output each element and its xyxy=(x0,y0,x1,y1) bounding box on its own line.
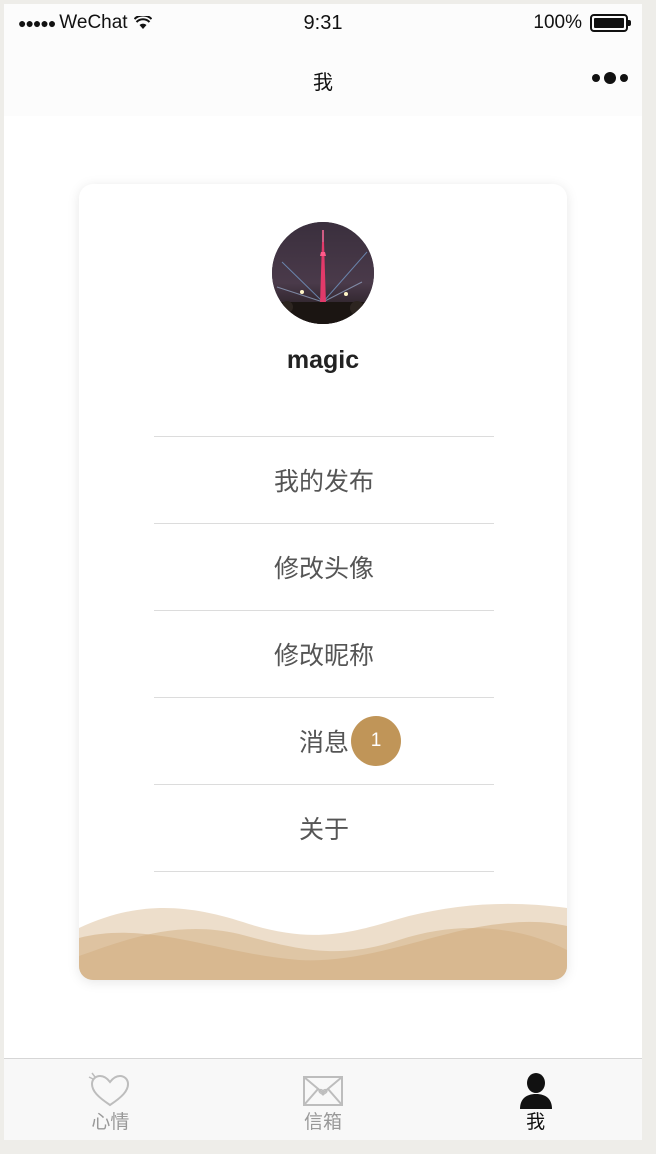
tab-bar: 心情 信箱 我 xyxy=(4,1058,642,1140)
menu-item-messages[interactable]: 消息 1 xyxy=(154,698,494,785)
menu-item-label: 关于 xyxy=(298,815,349,844)
nav-bar: 我 xyxy=(4,44,642,116)
mail-icon xyxy=(303,1076,343,1106)
username: magic xyxy=(286,346,360,374)
phone-screen: ●●●●● WeChat 9:31 100% 我 magic 我的发布 修改头像… xyxy=(4,4,642,1140)
avatar[interactable] xyxy=(272,222,374,324)
person-icon xyxy=(519,1073,552,1109)
tab-mood[interactable]: 心情 xyxy=(4,1059,217,1140)
status-right: 100% xyxy=(533,12,631,34)
menu-item-my-posts[interactable]: 我的发布 xyxy=(154,437,494,524)
avatar-photo xyxy=(272,222,374,324)
profile-menu: 我的发布 修改头像 修改昵称 消息 1 关于 xyxy=(154,436,494,872)
more-menu-button[interactable] xyxy=(592,72,628,84)
unread-count-badge: 1 xyxy=(351,716,401,766)
menu-item-about[interactable]: 关于 xyxy=(154,785,494,872)
menu-item-label: 修改昵称 xyxy=(273,641,374,670)
menu-item-label: 我的发布 xyxy=(273,467,374,496)
tab-label: 我 xyxy=(526,1111,546,1133)
status-bar: ●●●●● WeChat 9:31 100% xyxy=(4,4,642,44)
menu-item-label: 修改头像 xyxy=(273,554,374,583)
page-title: 我 xyxy=(313,70,333,94)
battery-percent: 100% xyxy=(533,12,582,33)
wave-decoration xyxy=(79,903,567,980)
menu-item-label: 消息 xyxy=(298,728,349,757)
menu-item-change-avatar[interactable]: 修改头像 xyxy=(154,524,494,611)
menu-item-change-nickname[interactable]: 修改昵称 xyxy=(154,611,494,698)
tab-mailbox[interactable]: 信箱 xyxy=(217,1059,430,1140)
tab-label: 心情 xyxy=(91,1111,130,1133)
tab-me[interactable]: 我 xyxy=(429,1059,642,1140)
profile-card: magic 我的发布 修改头像 修改昵称 消息 1 关于 xyxy=(79,184,567,980)
battery-icon xyxy=(590,14,631,32)
messages-label-wrap: 消息 1 xyxy=(298,716,401,766)
heart-icon xyxy=(88,1072,130,1107)
tab-label: 信箱 xyxy=(304,1111,343,1133)
